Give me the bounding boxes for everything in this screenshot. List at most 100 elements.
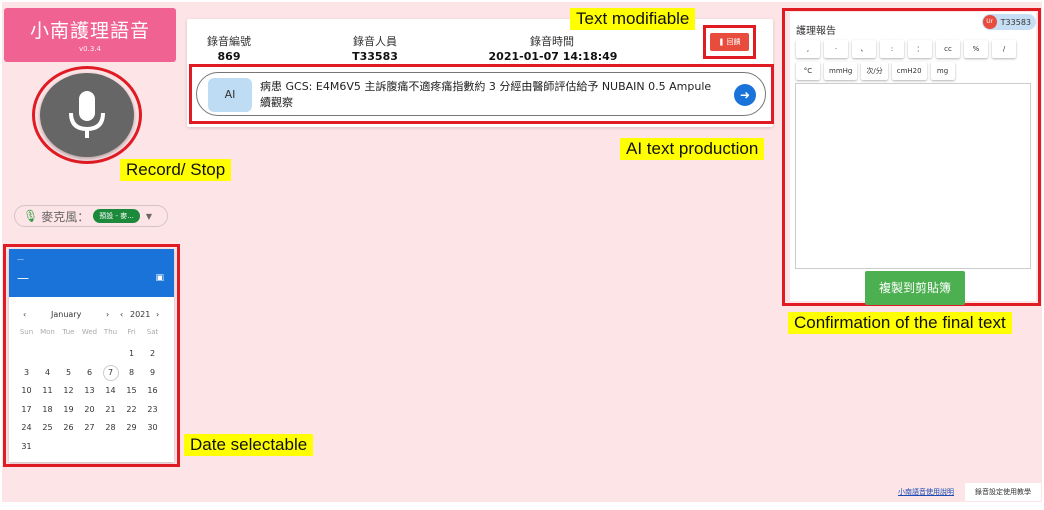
calendar-day[interactable]: 23 xyxy=(142,401,163,420)
symbol-button[interactable]: % xyxy=(964,40,988,58)
calendar-empty-cell xyxy=(37,345,58,364)
calendar-day[interactable]: 5 xyxy=(58,364,79,383)
symbol-button[interactable]: cc xyxy=(936,40,960,58)
report-title: 護理報告 xyxy=(796,26,836,37)
microphone-icon xyxy=(69,91,105,138)
calendar-highlight: — — ▣ ‹ January › ‹ 2021 › Sun Mon Tue Wed T… xyxy=(3,244,180,467)
calendar-day[interactable]: 3 xyxy=(16,364,37,383)
edit-highlight: ❚ 回饋 xyxy=(703,25,756,59)
callout-text-modifiable: Text modifiable xyxy=(570,8,696,30)
calendar-day[interactable]: 9 xyxy=(142,364,163,383)
symbol-row-1: , ·、:： cc% / xyxy=(796,40,1016,58)
microphone-selector[interactable]: 🎙 麥克風： 預設 - 麥... ▼ xyxy=(14,205,168,227)
year-label[interactable]: 2021 xyxy=(130,310,150,319)
calendar-day[interactable]: 22 xyxy=(121,401,142,420)
calendar-empty-cell xyxy=(58,345,79,364)
symbol-row-2: °C mmHg 次/分 cmH20 mg xyxy=(796,62,955,80)
record-highlight xyxy=(32,66,142,164)
help-link[interactable]: 小南語音使用說明 xyxy=(898,487,954,497)
symbol-button[interactable]: 次/分 xyxy=(861,62,888,80)
mic-selector-label: 麥克風： xyxy=(41,209,90,224)
calendar-day[interactable]: 11 xyxy=(37,382,58,401)
calendar-day[interactable]: 24 xyxy=(16,419,37,438)
record-id-value: 869 xyxy=(217,50,241,63)
symbol-button[interactable]: mmHg xyxy=(824,62,858,80)
weekday-label: Thu xyxy=(103,328,118,336)
record-user-value: T33583 xyxy=(352,50,398,63)
symbol-button[interactable]: ： xyxy=(908,40,932,58)
calendar-day[interactable]: 7 xyxy=(102,364,119,381)
record-button[interactable] xyxy=(40,73,134,157)
app-title: 小南護理語音 xyxy=(29,20,150,42)
symbol-button[interactable]: °C xyxy=(796,62,820,80)
arrow-right-icon[interactable]: ➜ xyxy=(734,84,756,106)
calendar-day[interactable]: 1 xyxy=(121,345,142,364)
callout-record-stop: Record/ Stop xyxy=(120,159,232,181)
ai-generated-text[interactable]: 病患 GCS: E4M6V5 主訴腹痛不適疼痛指數約 3 分經由醫師評估給予 N… xyxy=(260,79,720,111)
symbol-button[interactable]: · xyxy=(824,40,848,58)
feedback-icon: ❚ xyxy=(718,38,725,46)
weekday-label: Mon xyxy=(40,328,55,336)
day-grid: 1 2 3 4 5 6 7 8 9 10 11 12 13 14 15 16 17 18 19 20 21 22 23 24 2… xyxy=(9,345,174,456)
app-background: 小南護理語音 v0.3.4 Record/ Stop 🎙 麥克風： 預設 - 麥… xyxy=(2,2,1042,502)
prev-year-icon[interactable]: ‹ xyxy=(120,310,123,319)
date-picker: — — ▣ ‹ January › ‹ 2021 › Sun Mon Tue Wed T… xyxy=(9,249,174,462)
report-textarea[interactable] xyxy=(795,83,1031,269)
calendar-day[interactable]: 29 xyxy=(121,419,142,438)
calendar-empty-cell xyxy=(37,438,58,457)
calendar-day[interactable]: 20 xyxy=(79,401,100,420)
calendar-empty-cell xyxy=(79,345,100,364)
date-picker-header: — — ▣ xyxy=(9,249,174,297)
ai-text-bubble[interactable]: AI 病患 GCS: E4M6V5 主訴腹痛不適疼痛指數約 3 分經由醫師評估給… xyxy=(196,72,766,116)
copy-to-clipboard-button[interactable]: 複製到剪貼簿 xyxy=(865,271,965,305)
calendar-day[interactable]: 15 xyxy=(121,382,142,401)
calendar-empty-cell xyxy=(142,438,163,457)
prev-month-icon[interactable]: ‹ xyxy=(23,310,26,319)
user-name: T33583 xyxy=(1000,17,1031,27)
weekday-label: Sun xyxy=(19,328,34,336)
symbol-button[interactable]: / xyxy=(992,40,1016,58)
symbol-button[interactable]: mg xyxy=(930,62,955,80)
calendar-day[interactable]: 6 xyxy=(79,364,100,383)
mic-small-icon: 🎙 xyxy=(23,209,39,223)
calendar-day[interactable]: 30 xyxy=(142,419,163,438)
symbol-button[interactable]: : xyxy=(880,40,904,58)
record-user-label: 錄音人員 xyxy=(353,35,397,48)
callout-confirmation: Confirmation of the final text xyxy=(788,312,1012,334)
calendar-day[interactable]: 8 xyxy=(121,364,142,383)
symbol-button[interactable]: , xyxy=(796,40,820,58)
calendar-day[interactable]: 21 xyxy=(100,401,121,420)
calendar-day[interactable]: 17 xyxy=(16,401,37,420)
feedback-button[interactable]: ❚ 回饋 xyxy=(710,33,749,51)
record-id-label: 錄音編號 xyxy=(207,35,251,48)
weekday-label: Wed xyxy=(81,328,98,336)
calendar-day[interactable]: 10 xyxy=(16,382,37,401)
calendar-day[interactable]: 28 xyxy=(100,419,121,438)
month-label[interactable]: January xyxy=(51,310,81,319)
calendar-day[interactable]: 31 xyxy=(16,438,37,457)
calendar-day[interactable]: 13 xyxy=(79,382,100,401)
user-chip[interactable]: Ur T33583 xyxy=(981,14,1036,30)
calendar-day[interactable]: 16 xyxy=(142,382,163,401)
next-year-icon[interactable]: › xyxy=(156,310,159,319)
symbol-button[interactable]: cmH20 xyxy=(891,62,927,80)
calendar-day[interactable]: 27 xyxy=(79,419,100,438)
calendar-day[interactable]: 25 xyxy=(37,419,58,438)
calendar-day[interactable]: 19 xyxy=(58,401,79,420)
calendar-day[interactable]: 18 xyxy=(37,401,58,420)
calendar-day[interactable]: 4 xyxy=(37,364,58,383)
recording-settings-button[interactable]: 錄音設定使用教學 xyxy=(965,483,1041,501)
report-panel: 護理報告 Ur T33583 , ·、:： cc% / °C mmHg 次/分 cmH20 m… xyxy=(790,12,1036,305)
user-avatar: Ur xyxy=(982,15,997,29)
calendar-day[interactable]: 2 xyxy=(142,345,163,364)
weekday-header: Sun Mon Tue Wed Thu Fri Sat xyxy=(9,328,174,342)
calendar-day[interactable]: 12 xyxy=(58,382,79,401)
date-picker-year-label: — xyxy=(17,255,24,263)
calendar-day[interactable]: 14 xyxy=(100,382,121,401)
calendar-edit-icon[interactable]: ▣ xyxy=(155,273,164,283)
weekday-label: Tue xyxy=(62,328,75,336)
next-month-icon[interactable]: › xyxy=(106,310,109,319)
symbol-button[interactable]: 、 xyxy=(852,40,876,58)
calendar-day[interactable]: 26 xyxy=(58,419,79,438)
callout-ai-text: AI text production xyxy=(620,138,765,160)
